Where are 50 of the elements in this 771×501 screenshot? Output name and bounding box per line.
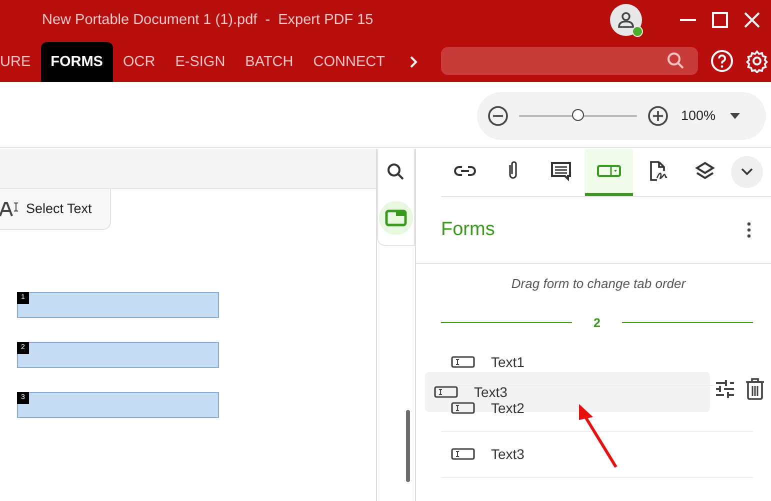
zoom-out-icon: [487, 104, 509, 127]
search-icon: [666, 50, 686, 71]
text-field-icon: [434, 386, 458, 398]
search-icon: [386, 162, 406, 182]
properties-button[interactable]: [714, 378, 736, 400]
zoom-in-button[interactable]: [647, 104, 669, 127]
form-list-item[interactable]: Text3: [451, 446, 524, 462]
ribbon-tab[interactable]: FORMS: [40, 42, 113, 82]
person-icon: [617, 10, 635, 29]
select-text-tab[interactable]: Select Text: [0, 188, 111, 230]
dragged-form-item[interactable]: Text3: [434, 384, 508, 400]
ribbon-tab[interactable]: OCR: [112, 42, 166, 82]
zoom-percentage: 100%: [681, 108, 716, 124]
trash-icon: [744, 376, 766, 401]
search-field[interactable]: [440, 46, 698, 75]
panel-title: Forms: [441, 218, 495, 241]
scrollbar-thumb[interactable]: [406, 410, 410, 482]
form-list-item[interactable]: Text1: [451, 354, 524, 370]
minimize-icon: [680, 18, 696, 21]
form-panel-icon: [385, 208, 407, 227]
more-panels-button[interactable]: [731, 156, 763, 188]
ribbon-tab[interactable]: E-SIGN: [165, 42, 236, 82]
page-number: 2: [592, 316, 602, 330]
text-field-icon: [451, 402, 475, 414]
close-icon: [744, 12, 760, 28]
help-button[interactable]: [710, 48, 734, 73]
hint-text: Drag form to change tab order: [510, 276, 687, 291]
help-icon: [710, 48, 734, 73]
zoom-dropdown-button[interactable]: [730, 112, 740, 119]
text-field-icon: [451, 356, 475, 368]
ribbon-tab[interactable]: BATCH: [235, 42, 304, 82]
zoom-slider-thumb[interactable]: [572, 108, 584, 121]
form-list-item[interactable]: Text2: [451, 400, 524, 416]
sliders-icon: [714, 378, 736, 400]
window-title: New Portable Document 1 (1).pdf - Expert PDF 15: [41, 12, 374, 28]
text-cursor-icon: [0, 200, 20, 217]
kebab-menu-icon: [747, 222, 751, 238]
account-button[interactable]: [610, 4, 642, 36]
ribbon-tab[interactable]: CONNECT: [303, 42, 395, 82]
caret-icon: [730, 112, 740, 119]
maximize-icon: [712, 12, 728, 28]
zoom-in-icon: [647, 104, 669, 127]
ribbon-tab[interactable]: URE: [0, 42, 41, 82]
more-options-button[interactable]: [747, 222, 751, 238]
delete-button[interactable]: [744, 376, 766, 401]
zoom-out-button[interactable]: [487, 104, 509, 127]
settings-icon: [744, 48, 769, 73]
settings-button[interactable]: [744, 48, 769, 73]
chevron-down-icon: [740, 167, 754, 178]
text-field-icon: [451, 448, 475, 460]
